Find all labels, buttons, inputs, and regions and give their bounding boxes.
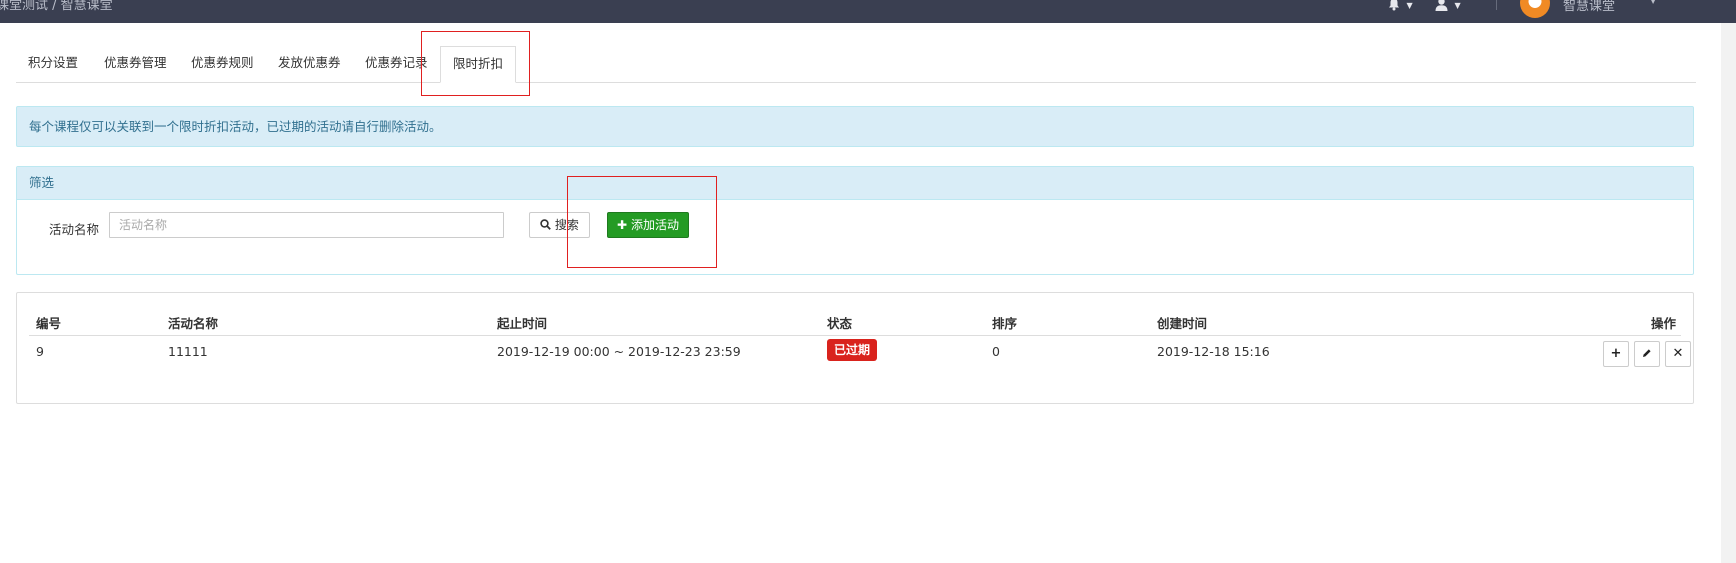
user-menu[interactable]: ▼: [1435, 0, 1461, 12]
status-badge: 已过期: [827, 339, 878, 361]
col-header-sort: 排序: [992, 316, 1018, 331]
top-navbar: 课堂测试 / 智慧课堂 ▼ ▼ 智慧课堂 ▼: [0, 0, 1736, 23]
chevron-down-icon: ▼: [1454, 1, 1461, 10]
col-header-actions: 操作: [1651, 316, 1677, 331]
bell-icon: [1388, 0, 1404, 12]
notification-menu[interactable]: ▼: [1388, 0, 1413, 12]
tab-coupon-rules[interactable]: 优惠券规则: [179, 46, 266, 82]
tab-bar: 积分设置 优惠券管理 优惠券规则 发放优惠券 优惠券记录 限时折扣: [16, 46, 1696, 83]
cell-name: 11111: [168, 344, 208, 359]
add-activity-button[interactable]: ✚ 添加活动: [607, 212, 689, 238]
pencil-icon: [1642, 346, 1652, 361]
activity-table-card: 编号 活动名称 起止时间 状态 排序 创建时间 操作 9 11111 2019-…: [16, 292, 1694, 404]
col-header-name: 活动名称: [168, 316, 219, 331]
tab-limited-discount[interactable]: 限时折扣: [440, 46, 517, 83]
cell-period: 2019-12-19 00:00 ~ 2019-12-23 23:59: [497, 344, 741, 359]
chevron-down-icon: ▼: [1406, 1, 1413, 10]
col-header-period: 起止时间: [497, 316, 548, 331]
col-header-created: 创建时间: [1157, 316, 1208, 331]
plus-icon: ✚: [617, 218, 628, 232]
close-icon: ✕: [1672, 346, 1684, 361]
activity-name-input[interactable]: [109, 212, 504, 238]
search-button-label: 搜索: [554, 218, 579, 232]
activity-name-label: 活动名称: [49, 222, 100, 237]
filter-panel-title: 筛选: [17, 167, 1693, 200]
add-button[interactable]: +: [1603, 341, 1629, 367]
delete-button[interactable]: ✕: [1665, 341, 1691, 367]
cell-sort: 0: [992, 344, 1000, 359]
col-header-status: 状态: [827, 316, 853, 331]
cell-id: 9: [36, 344, 44, 359]
user-name[interactable]: 智慧课堂: [1563, 0, 1615, 14]
plus-icon: +: [1610, 346, 1622, 361]
user-icon: [1435, 0, 1452, 12]
search-icon: [540, 218, 555, 232]
tab-points-settings[interactable]: 积分设置: [16, 46, 90, 82]
tab-coupon-records[interactable]: 优惠券记录: [353, 46, 440, 82]
add-activity-label: 添加活动: [630, 218, 679, 232]
tab-issue-coupons[interactable]: 发放优惠券: [266, 46, 353, 82]
col-header-id: 编号: [36, 316, 62, 331]
divider: [1496, 0, 1497, 10]
divider: [29, 335, 1681, 336]
breadcrumb: 课堂测试 / 智慧课堂: [0, 0, 113, 13]
info-alert: 每个课程仅可以关联到一个限时折扣活动，已过期的活动请自行删除活动。: [16, 106, 1694, 147]
cell-created: 2019-12-18 15:16: [1157, 344, 1270, 359]
scrollbar-track[interactable]: [1721, 23, 1736, 563]
edit-button[interactable]: [1634, 341, 1660, 367]
avatar[interactable]: [1520, 0, 1550, 18]
tab-coupon-management[interactable]: 优惠券管理: [92, 46, 179, 82]
search-button[interactable]: 搜索: [529, 212, 590, 238]
filter-panel: 筛选 活动名称 搜索 ✚ 添加活动: [16, 166, 1694, 275]
chevron-down-icon[interactable]: ▼: [1650, 0, 1656, 5]
